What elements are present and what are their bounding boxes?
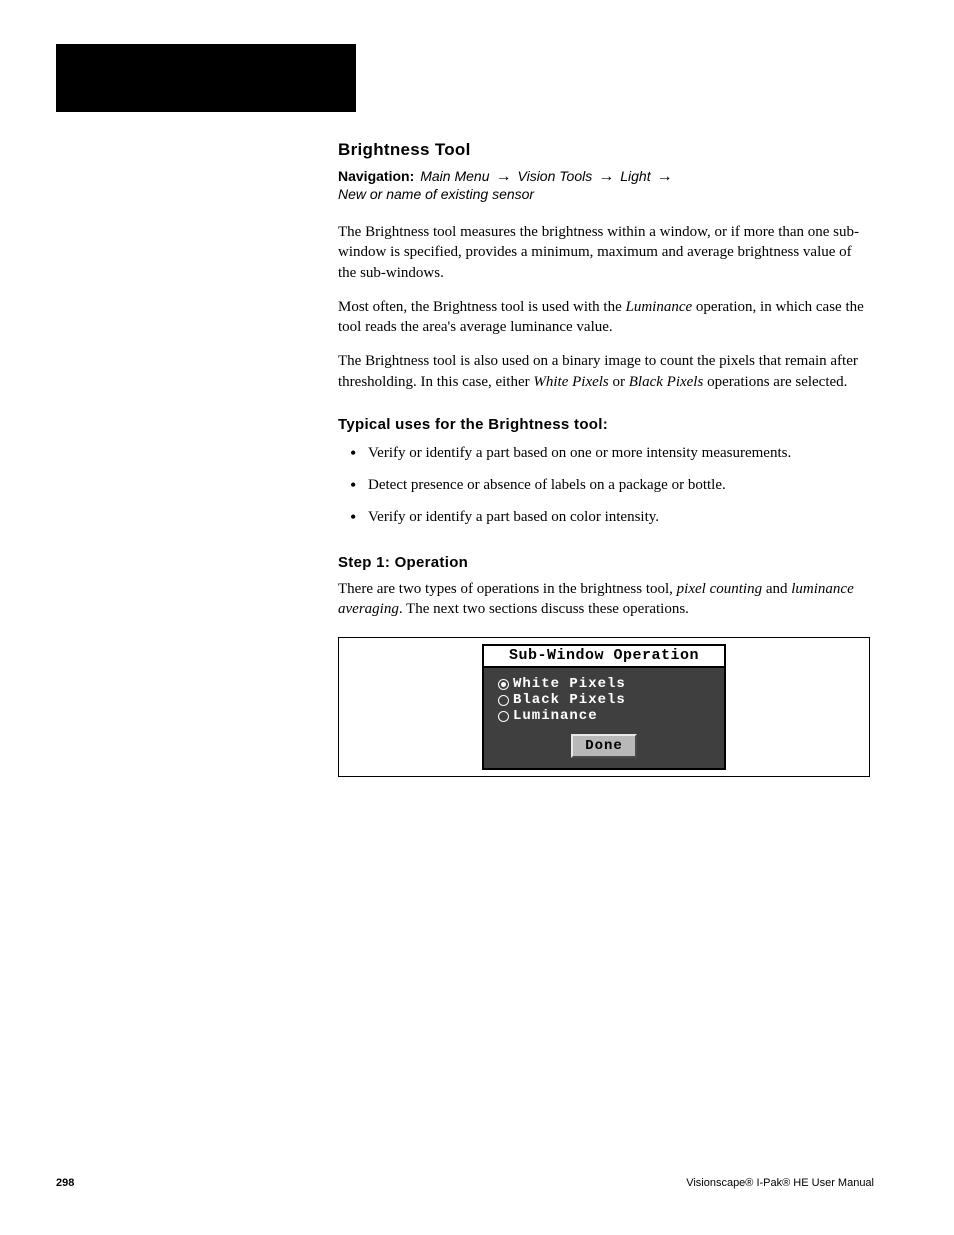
section-title: Brightness Tool [338,140,870,160]
text-em: Black Pixels [629,374,704,390]
text-em: White Pixels [533,374,608,390]
nav-part: Light [620,168,650,184]
text-run: or [609,374,629,390]
text-em: pixel counting [677,581,762,597]
radio-black-pixels[interactable]: Black Pixels [498,692,710,708]
nav-part: Vision Tools [518,168,593,184]
radio-label: Black Pixels [513,692,626,708]
list-item: Verify or identify a part based on one o… [368,443,870,463]
list-item: Detect presence or absence of labels on … [368,475,870,495]
radio-icon [498,695,509,706]
radio-luminance[interactable]: Luminance [498,708,710,724]
chapter-header-block [56,44,356,112]
arrow-right-icon: → [496,168,512,186]
arrow-right-icon: → [598,168,614,186]
page-footer: 298 Visionscape® I-Pak® HE User Manual [56,1177,874,1189]
typical-uses-list: Verify or identify a part based on one o… [338,443,870,528]
paragraph: The Brightness tool measures the brightn… [338,222,870,283]
radio-icon [498,711,509,722]
subwindow-title: Sub-Window Operation [484,646,724,668]
radio-dot-icon [501,682,506,687]
subwindow-figure: Sub-Window Operation White Pixels Black … [338,637,870,777]
text-run: . The next two sections discuss these op… [399,601,689,617]
navigation-label: Navigation: [338,168,414,184]
text-run: and [762,581,791,597]
text-run: There are two types of operations in the… [338,581,677,597]
radio-icon [498,679,509,690]
list-item: Verify or identify a part based on color… [368,507,870,527]
body-column: Brightness Tool Navigation: Main Menu → … [338,112,870,777]
paragraph: Most often, the Brightness tool is used … [338,297,870,338]
navigation-path: Navigation: Main Menu → Vision Tools → L… [338,168,870,202]
nav-part: New or name of existing sensor [338,186,534,202]
paragraph: The Brightness tool is also used on a bi… [338,351,870,392]
typical-uses-heading: Typical uses for the Brightness tool: [338,416,870,433]
text-em: Luminance [625,299,692,315]
radio-label: White Pixels [513,676,626,692]
paragraph: There are two types of operations in the… [338,579,870,620]
radio-white-pixels[interactable]: White Pixels [498,676,710,692]
text-run: operations are selected. [703,374,847,390]
step-heading: Step 1: Operation [338,554,870,571]
nav-part: Main Menu [420,168,489,184]
page-number: 298 [56,1177,74,1189]
radio-label: Luminance [513,708,598,724]
footer-doc-title: Visionscape® I-Pak® HE User Manual [686,1177,874,1189]
arrow-right-icon: → [657,168,673,186]
subwindow-body: White Pixels Black Pixels Luminance Done [484,668,724,768]
text-run: Most often, the Brightness tool is used … [338,299,625,315]
subwindow-dialog: Sub-Window Operation White Pixels Black … [482,644,726,770]
done-button[interactable]: Done [571,734,637,758]
